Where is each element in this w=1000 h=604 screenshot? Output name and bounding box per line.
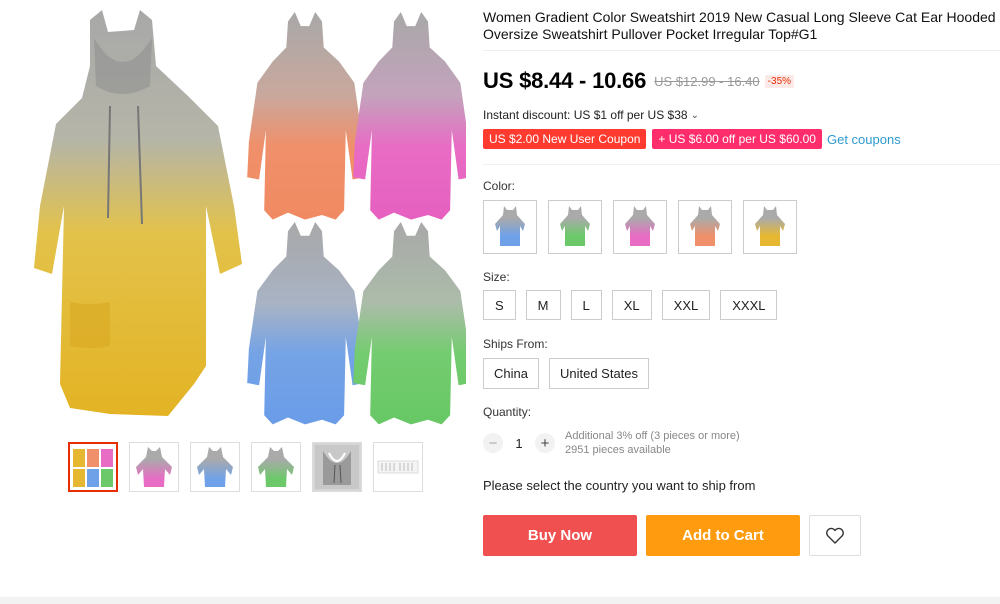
ship-country-message: Please select the country you want to sh… [483,478,756,493]
yellow-hoodie-image [34,10,242,416]
blue-hoodie-image [247,222,365,425]
original-price: US $12.99 - 16.40 [654,73,760,89]
thumbnail-image [315,445,359,489]
orange-hoodie-image [247,12,365,220]
ships-from-options: China United States [483,358,1000,389]
thumbnail-multi[interactable] [68,442,118,492]
thumbnail-pink[interactable] [129,442,179,492]
action-buttons: Buy Now Add to Cart [483,515,1000,556]
thumbnail-image [377,460,419,474]
size-label: Size: [483,270,510,284]
thumbnail-strip [68,442,423,492]
size-option-s[interactable]: S [483,290,516,320]
ships-from-label: Ships From: [483,337,548,351]
store-coupon[interactable]: + US $6.00 off per US $60.00 [652,129,822,149]
current-price: US $8.44 - 10.66 [483,68,647,93]
size-option-xl[interactable]: XL [611,290,652,320]
quantity-label: Quantity: [483,405,532,419]
color-option-blue[interactable] [483,200,537,254]
size-option-m[interactable]: M [525,290,561,320]
divider [483,50,1000,51]
color-swatch-image [625,206,655,246]
color-option-yellow[interactable] [743,200,797,254]
product-title: Women Gradient Color Sweatshirt 2019 New… [483,9,996,42]
thumbnail-image [73,449,113,487]
quantity-minus-button[interactable]: − [483,433,503,453]
ships-from-united-states[interactable]: United States [548,358,650,389]
quantity-value[interactable]: 1 [503,436,535,451]
get-coupons-link[interactable]: Get coupons [827,132,901,147]
coupon-row: US $2.00 New User Coupon + US $6.00 off … [483,129,1000,149]
new-user-coupon[interactable]: US $2.00 New User Coupon [483,129,647,149]
size-options: S M L XL XXL XXXL [483,290,1000,320]
thumbnail-green[interactable] [251,442,301,492]
size-option-l[interactable]: L [570,290,602,320]
product-info-panel: Women Gradient Color Sweatshirt 2019 New… [483,0,1000,556]
instant-discount-text: Instant discount: US $1 off per US $38 [483,108,688,122]
quantity-note: Additional 3% off (3 pieces or more) 295… [565,429,740,457]
thumbnail-image [197,447,233,487]
thumbnail-size-chart[interactable] [373,442,423,492]
color-swatch-image [560,206,590,246]
green-hoodie-image [353,222,466,425]
quantity-stepper: − 1 + Additional 3% off (3 pieces or mor… [483,429,1000,457]
thumbnail-image [136,447,172,487]
color-label: Color: [483,179,516,193]
color-option-orange[interactable] [678,200,732,254]
add-to-cart-button[interactable]: Add to Cart [646,515,800,556]
stock-available: 2951 pieces available [565,444,671,456]
color-option-pink[interactable] [613,200,667,254]
size-option-xxl[interactable]: XXL [661,290,711,320]
color-swatch-image [495,206,525,246]
color-swatch-image [755,206,785,246]
main-product-image [30,6,466,426]
bulk-discount-note: Additional 3% off (3 pieces or more) [565,430,740,442]
buy-now-button[interactable]: Buy Now [483,515,637,556]
instant-discount[interactable]: Instant discount: US $1 off per US $38 ⌄ [483,108,1000,122]
discount-badge: -35% [764,74,795,88]
color-swatch-image [690,206,720,246]
price-row: US $8.44 - 10.66 US $12.99 - 16.40 -35% [483,66,1000,96]
quantity-plus-button[interactable]: + [535,433,555,453]
heart-icon [826,527,844,544]
color-option-green[interactable] [548,200,602,254]
wishlist-button[interactable] [809,515,861,556]
thumbnail-blue[interactable] [190,442,240,492]
color-options [483,200,1000,254]
thumbnail-detail[interactable] [312,442,362,492]
thumbnail-image [258,447,294,487]
ships-from-china[interactable]: China [483,358,539,389]
bottom-divider-bar [0,597,1000,604]
size-option-xxxl[interactable]: XXXL [720,290,778,320]
product-collage-image [34,10,466,425]
divider [483,164,1000,165]
chevron-down-icon: ⌄ [690,109,699,121]
pink-hoodie-image [353,12,466,220]
